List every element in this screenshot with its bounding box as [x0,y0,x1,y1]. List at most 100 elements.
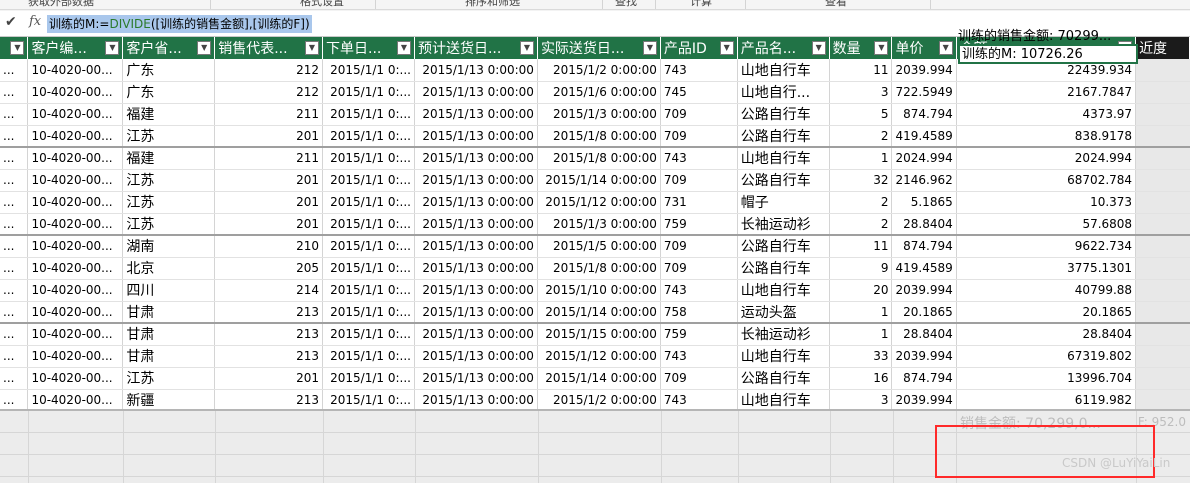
table-cell[interactable]: 2015/1/10 0:00:00 [537,279,661,302]
table-cell[interactable]: ... [0,323,29,346]
table-cell[interactable]: 2015/1/8 0:00:00 [537,257,661,280]
table-cell[interactable]: 419.4589 [891,257,957,280]
table-cell[interactable]: 2015/1/2 0:00:00 [537,59,661,82]
table-cell[interactable]: 2015/1/13 0:00:00 [414,323,538,346]
table-cell[interactable]: 4373.97 [956,103,1137,126]
table-cell[interactable]: 2015/1/13 0:00:00 [414,103,538,126]
table-cell[interactable]: 57.6808 [956,213,1137,236]
table-cell[interactable]: 2039.994 [891,389,957,412]
table-cell[interactable]: 2015/1/1 0:... [322,367,415,390]
table-cell[interactable]: 2015/1/1 0:... [322,125,415,148]
table-cell[interactable]: 山地自行车 [737,147,830,170]
column-header[interactable]: 数量 ▼ [829,37,893,59]
table-cell[interactable]: ... [0,235,29,258]
table-cell[interactable]: 10-4020-00... [27,81,124,104]
table-cell[interactable]: 874.794 [891,235,957,258]
measure-sales-amount[interactable]: 训练的销售金额: 70299... [958,25,1111,44]
table-cell[interactable] [1135,279,1190,302]
table-cell[interactable]: 公路自行车 [737,125,830,148]
filter-dropdown-icon[interactable]: ▼ [811,41,826,55]
table-cell[interactable]: ... [0,279,29,302]
filter-dropdown-icon[interactable]: ▼ [305,41,319,55]
table-cell[interactable]: 2015/1/13 0:00:00 [414,345,538,368]
table-cell[interactable]: 10-4020-00... [27,367,124,390]
column-header[interactable]: 下单日... ▼ [322,37,415,59]
table-cell[interactable]: 公路自行车 [737,367,830,390]
table-cell[interactable]: 10-4020-00... [27,147,124,170]
table-cell[interactable]: 709 [660,257,738,280]
table-cell[interactable]: 709 [660,169,738,192]
table-cell[interactable]: 公路自行车 [737,257,830,280]
table-cell[interactable]: 213 [214,389,323,412]
table-cell[interactable] [1135,81,1190,104]
table-cell[interactable]: 2015/1/1 0:... [322,59,415,82]
table-cell[interactable]: 2015/1/1 0:... [322,81,415,104]
table-cell[interactable]: 722.5949 [891,81,957,104]
table-cell[interactable]: 2015/1/2 0:00:00 [537,389,661,412]
table-cell[interactable]: ... [0,125,29,148]
table-cell[interactable]: 3 [829,389,893,412]
table-cell[interactable]: 205 [214,257,323,280]
table-cell[interactable] [1135,191,1190,214]
table-cell[interactable]: 2039.994 [891,279,957,302]
table-cell[interactable]: 212 [214,81,323,104]
table-cell[interactable]: 743 [660,389,738,412]
check-icon[interactable]: ✔ [5,14,17,30]
table-cell[interactable]: ... [0,169,29,192]
table-cell[interactable]: ... [0,103,29,126]
table-cell[interactable]: 2015/1/14 0:00:00 [537,301,661,324]
column-header[interactable]: ▼ [0,37,29,59]
table-cell[interactable]: 甘肃 [122,345,216,368]
table-cell[interactable]: 6119.982 [956,389,1137,412]
table-cell[interactable]: 201 [214,125,323,148]
table-cell[interactable]: 2015/1/1 0:... [322,279,415,302]
table-cell[interactable]: 长袖运动衫 [737,323,830,346]
table-cell[interactable]: 福建 [122,147,216,170]
table-cell[interactable]: 2015/1/13 0:00:00 [414,257,538,280]
table-cell[interactable]: ... [0,81,29,104]
filter-dropdown-icon[interactable]: ▼ [519,41,534,55]
column-header[interactable]: 销售代表... ▼ [214,37,323,59]
formula-input[interactable]: 训练的M:=DIVIDE([训练的销售金额],[训练的F]) [47,15,312,33]
filter-dropdown-icon[interactable]: ▼ [719,41,734,55]
table-cell[interactable]: 2015/1/13 0:00:00 [414,147,538,170]
table-cell[interactable]: 10.373 [956,191,1137,214]
table-cell[interactable]: 2015/1/1 0:... [322,169,415,192]
table-cell[interactable]: 213 [214,301,323,324]
table-cell[interactable]: 5 [829,103,893,126]
table-cell[interactable]: 2015/1/1 0:... [322,389,415,412]
table-cell[interactable]: 874.794 [891,103,957,126]
column-header[interactable]: 实际送货日... ▼ [537,37,661,59]
table-cell[interactable]: 743 [660,147,738,170]
table-cell[interactable]: 743 [660,59,738,82]
table-cell[interactable]: 3775.1301 [956,257,1137,280]
table-cell[interactable]: 709 [660,235,738,258]
table-cell[interactable]: 20.1865 [956,301,1137,324]
table-cell[interactable]: 2015/1/15 0:00:00 [537,323,661,346]
filter-dropdown-icon[interactable]: ▼ [105,41,120,55]
ribbon-group-label[interactable]: 查看 [825,0,847,9]
table-cell[interactable]: 2 [829,125,893,148]
table-cell[interactable]: 江苏 [122,125,216,148]
table-cell[interactable]: 28.8404 [891,213,957,236]
filter-dropdown-icon[interactable]: ▼ [10,41,25,55]
table-cell[interactable]: 838.9178 [956,125,1137,148]
table-cell[interactable]: 2015/1/13 0:00:00 [414,389,538,412]
table-cell[interactable]: 广东 [122,59,216,82]
table-cell[interactable] [1135,323,1190,346]
table-cell[interactable]: 709 [660,125,738,148]
table-cell[interactable]: 211 [214,147,323,170]
table-cell[interactable]: ... [0,389,29,412]
table-cell[interactable]: 山地自行车 [737,279,830,302]
ribbon-group-label[interactable]: 排序和筛选 [465,0,520,9]
table-cell[interactable]: 709 [660,367,738,390]
table-cell[interactable]: 68702.784 [956,169,1137,192]
table-cell[interactable]: 公路自行车 [737,169,830,192]
table-cell[interactable]: 1 [829,301,893,324]
table-cell[interactable]: 2167.7847 [956,81,1137,104]
column-header[interactable]: 客户省... ▼ [122,37,216,59]
table-cell[interactable]: 2015/1/12 0:00:00 [537,345,661,368]
table-cell[interactable]: 山地自行车 [737,59,830,82]
table-cell[interactable]: 甘肃 [122,323,216,346]
table-cell[interactable]: 2015/1/5 0:00:00 [537,235,661,258]
